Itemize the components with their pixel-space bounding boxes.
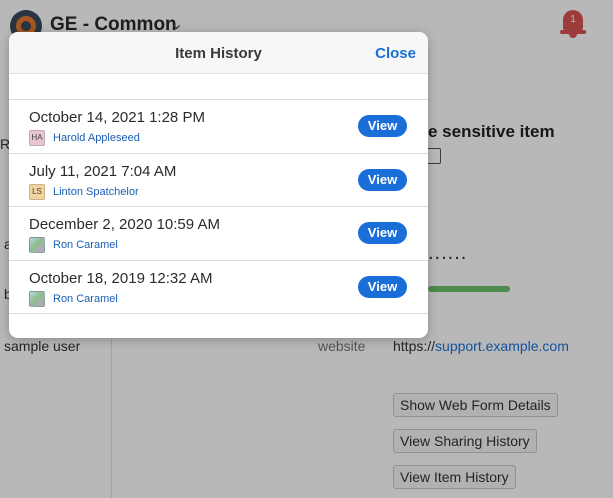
history-date: July 11, 2021 7:04 AM [29,162,177,180]
avatar: HA [29,130,45,146]
avatar: LS [29,183,45,200]
history-user: LS Linton Spatchelor [29,183,139,200]
history-row: October 18, 2019 12:32 AM Ron Caramel Vi… [9,260,428,314]
history-row: December 2, 2020 10:59 AM Ron Caramel Vi… [9,207,428,261]
view-button[interactable]: View [358,168,407,191]
dialog-title: Item History [175,45,262,62]
view-button[interactable]: View [358,115,407,137]
avatar [29,290,45,307]
app-window: GE - Common ⌄ 1 R a b sample user e sens… [0,0,613,498]
dialog-spacer [9,74,428,100]
item-history-dialog: Item History Close October 14, 2021 1:28… [9,32,428,338]
history-user: HA Harold Appleseed [29,130,140,146]
user-name[interactable]: Ron Caramel [53,239,118,251]
close-button[interactable]: Close [375,45,416,62]
view-button[interactable]: View [358,222,407,244]
user-name[interactable]: Ron Caramel [53,293,118,305]
dialog-header: Item History Close [9,32,428,74]
user-name[interactable]: Harold Appleseed [53,132,140,144]
history-row: October 14, 2021 1:28 PM HA Harold Apple… [9,100,428,154]
user-name[interactable]: Linton Spatchelor [53,186,139,198]
history-user: Ron Caramel [29,237,118,253]
avatar [29,237,45,253]
history-user: Ron Caramel [29,290,118,307]
history-date: October 14, 2021 1:28 PM [29,109,205,126]
history-date: October 18, 2019 12:32 AM [29,269,213,287]
history-date: December 2, 2020 10:59 AM [29,216,220,233]
view-button[interactable]: View [358,275,407,298]
history-row: July 11, 2021 7:04 AM LS Linton Spatchel… [9,153,428,207]
